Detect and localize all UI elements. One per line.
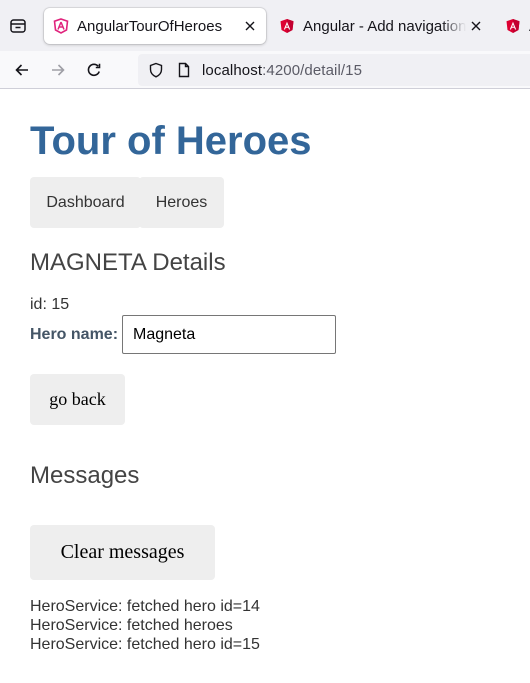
reload-button[interactable] [79, 55, 109, 85]
tab-title: Angular - Add navigation [303, 17, 466, 35]
message-item: HeroService: fetched hero id=15 [30, 636, 260, 653]
tab-title: AngularTourOfHeroes [77, 17, 223, 35]
url-text[interactable]: localhost:4200/detail/15 [202, 62, 362, 79]
url-path: :4200/detail/15 [262, 61, 363, 79]
reload-icon [87, 63, 101, 77]
url-bar[interactable]: localhost:4200/detail/15 [138, 54, 530, 86]
tab-close-button[interactable] [240, 16, 260, 36]
hero-name-input[interactable] [122, 315, 336, 354]
nav-heroes-link[interactable]: Heroes [139, 177, 224, 228]
tab-list-icon [10, 19, 26, 33]
messages-list: HeroService: fetched hero id=14 HeroServ… [30, 597, 260, 654]
close-icon [471, 21, 481, 31]
tab-list-button[interactable] [4, 10, 32, 42]
clear-messages-button[interactable]: Clear messages [30, 525, 215, 580]
go-back-button[interactable]: go back [30, 374, 125, 425]
shield-icon[interactable] [148, 62, 164, 78]
angular-logo-icon [506, 19, 520, 33]
tab-strip: AngularTourOfHeroes Angular - Add naviga… [0, 0, 530, 51]
message-item: HeroService: fetched heroes [30, 617, 233, 634]
navigation-toolbar: localhost:4200/detail/15 [0, 51, 530, 89]
angular-logo-icon [53, 18, 69, 34]
forward-button[interactable] [43, 55, 73, 85]
message-item: HeroService: fetched hero id=14 [30, 598, 260, 615]
tab-angular-tour-of-heroes[interactable]: AngularTourOfHeroes [44, 8, 266, 44]
nav-dashboard-link[interactable]: Dashboard [30, 177, 141, 228]
hero-details-heading: MAGNETA Details [30, 249, 226, 276]
hero-name-label: Hero name: [30, 326, 119, 343]
forward-arrow-icon [52, 64, 65, 76]
back-button[interactable] [7, 55, 37, 85]
page-icon[interactable] [176, 62, 192, 78]
tab-third[interactable]: A [496, 8, 530, 44]
messages-heading: Messages [30, 462, 140, 489]
close-icon [245, 21, 255, 31]
tab-angular-add-navigation[interactable]: Angular - Add navigation [270, 8, 492, 44]
tab-close-button[interactable] [466, 16, 486, 36]
hero-id: id: 15 [30, 296, 70, 313]
page-content: Tour of Heroes Dashboard Heroes MAGNETA … [0, 90, 530, 683]
url-host: localhost [202, 61, 263, 79]
angular-logo-icon [280, 19, 294, 33]
back-arrow-icon [15, 64, 28, 76]
app-title: Tour of Heroes [30, 119, 312, 163]
